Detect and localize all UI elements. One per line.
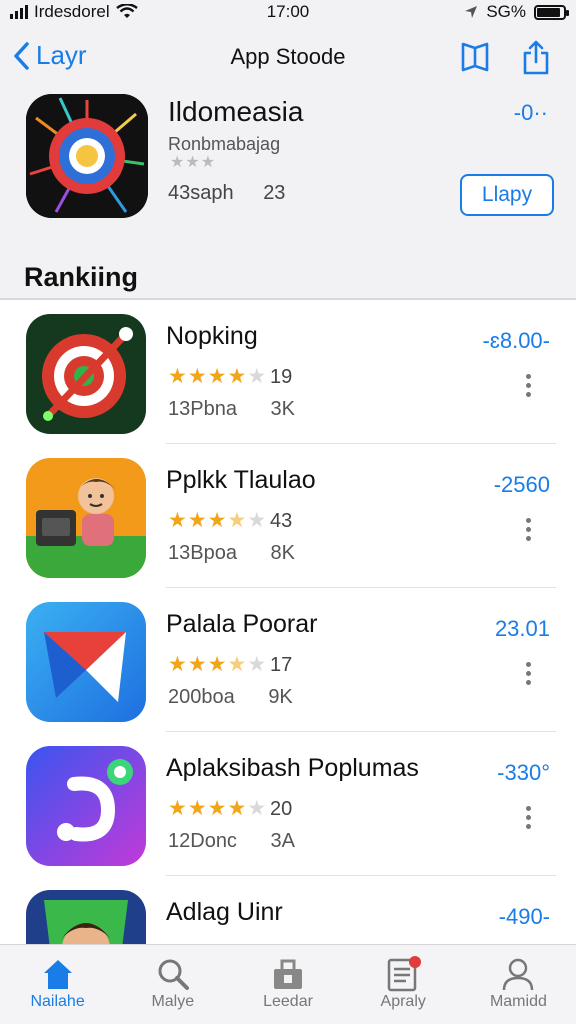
store-icon [274,959,302,989]
app-price[interactable]: -ɛ8.00- [482,328,550,354]
app-name: Aplaksibash Poplumas [166,754,419,782]
rating-count: 17 [270,654,293,676]
app-icon [26,602,146,722]
app-icon [26,458,146,578]
app-downloads: 8K [270,542,295,564]
featured-app-count: 23 [263,182,286,204]
app-downloads: 9K [268,686,293,708]
app-size: 13Bpoa [168,542,237,564]
list-item[interactable]: Palala Poorar ★★★★★ 17 200boa 9K 23.01 [0,588,576,732]
tab-label: Nailahe [30,993,85,1010]
tab-home[interactable]: Nailahe [0,945,115,1024]
app-icon [26,890,146,944]
rating-count: 43 [270,510,293,532]
list-item[interactable]: Adlag Uinr ★★★★★ -490- [0,876,576,944]
document-icon [387,956,422,992]
app-downloads: 3K [270,398,295,420]
app-size: 12Donc [168,830,237,852]
more-options-icon[interactable] [522,374,534,404]
list-item[interactable]: Aplaksibash Poplumas ★★★★★ 20 12Donc 3A … [0,732,576,876]
battery-icon [534,4,569,20]
rating-count: 19 [270,366,293,388]
section-title: Rankiing [24,262,139,292]
tab-label: Malye [151,993,195,1010]
rating-count: 20 [270,798,293,820]
ranking-list: Nopking ★★★★★ 19 13Pbna 3K -ɛ8.00- Pplkk… [0,300,576,944]
bookmark-icon[interactable] [460,40,490,74]
app-price[interactable]: -2560 [494,472,550,498]
featured-app-size: 43saph [168,182,234,204]
featured-app-name[interactable]: Ildomeasia [168,96,303,128]
get-button[interactable]: Llapy [460,174,554,216]
network-label: SG% [486,2,526,21]
app-name: Adlag Uinr [166,898,283,926]
star-rating: ★★★★★ [168,365,268,388]
star-rating: ★★★★★ [168,797,268,820]
tab-leaders[interactable]: Leedar [230,945,345,1024]
app-name: Palala Poorar [166,610,318,638]
star-rating: ★★★★★ [168,509,268,532]
app-size: 13Pbna [168,398,237,420]
search-icon [158,959,189,990]
app-meta: 13Bpoa 8K [168,542,295,565]
list-item[interactable]: Pplkk Tlaulao ★★★★★ 43 13Bpoa 8K -2560 [0,444,576,588]
app-name: Pplkk Tlaulao [166,466,316,494]
app-downloads: 3A [270,830,295,852]
featured-app-icon[interactable] [26,94,148,218]
status-bar: Irdesdorel 17:00 SG% [0,0,576,26]
nav-bar: Layr App Stoode [0,26,576,90]
app-size: 200boa [168,686,235,708]
tab-search[interactable]: Malye [115,945,230,1024]
app-price[interactable]: -490- [499,904,550,930]
list-item[interactable]: Nopking ★★★★★ 19 13Pbna 3K -ɛ8.00- [0,300,576,444]
tab-label: Leedar [263,993,313,1010]
more-options-icon[interactable] [522,518,534,548]
app-name: Nopking [166,322,258,350]
tab-label: Apraly [380,993,426,1010]
share-icon[interactable] [522,40,550,76]
app-meta: 13Pbna 3K [168,398,295,421]
featured-app-rating: ★★★ [170,154,217,171]
app-meta: 200boa 9K [168,686,293,709]
star-rating: ★★★★★ [168,653,268,676]
more-options-icon[interactable] [522,806,534,836]
home-icon [43,960,72,989]
app-price[interactable]: -330° [497,760,550,786]
app-meta: 12Donc 3A [168,830,295,853]
tab-updates[interactable]: Apraly [346,945,461,1024]
tab-label: Mamidd [489,993,547,1010]
tab-bar: Nailahe Malye Leedar Apraly Mamidd [0,944,576,1024]
featured-app: Ildomeasia Ronbmabajag ★★★ 43saph 23 -0·… [0,90,576,300]
location-icon [465,6,478,18]
featured-app-meta: 43saph 23 [168,182,285,205]
more-options-icon[interactable] [522,662,534,692]
featured-app-price: -0·· [513,100,548,125]
app-price[interactable]: 23.01 [495,616,550,642]
tab-profile[interactable]: Mamidd [461,945,576,1024]
app-icon [26,314,146,434]
profile-icon [503,958,534,991]
app-icon [26,746,146,866]
